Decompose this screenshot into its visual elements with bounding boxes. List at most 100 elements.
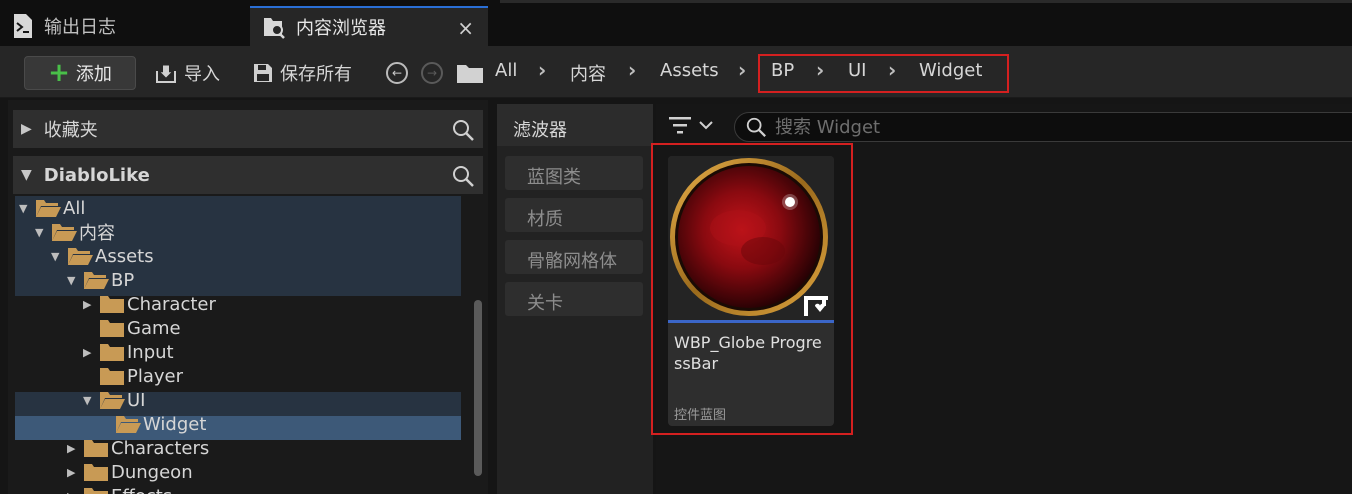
expanded-arrow-icon[interactable]: ▼ bbox=[19, 202, 33, 215]
tree-item-label: Character bbox=[127, 293, 216, 315]
collapsed-arrow-icon[interactable]: ▶ bbox=[67, 490, 81, 494]
arrow-left-icon: ← bbox=[391, 66, 403, 80]
tab-strip: 输出日志 内容浏览器 × bbox=[0, 0, 1352, 46]
breadcrumb-all[interactable]: All bbox=[495, 60, 517, 81]
tab-content-browser-label: 内容浏览器 bbox=[296, 18, 386, 39]
tree-item-label: Assets bbox=[95, 245, 154, 267]
folder-icon bbox=[100, 368, 124, 385]
tree-item-folder[interactable]: Player bbox=[83, 364, 183, 388]
asset-search-input[interactable] bbox=[775, 116, 1275, 138]
tree-item-label: BP bbox=[111, 269, 135, 291]
tree-item-folder[interactable]: ▼ 内容 bbox=[35, 220, 115, 244]
add-button[interactable]: + 添加 bbox=[24, 56, 136, 90]
content-browser-icon bbox=[264, 18, 285, 39]
tree-item-folder[interactable]: ▶ Input bbox=[83, 340, 174, 364]
import-icon bbox=[156, 65, 176, 83]
save-icon bbox=[254, 64, 272, 82]
breadcrumb-separator-icon: › bbox=[738, 58, 747, 82]
tree-item-label: Widget bbox=[143, 413, 207, 435]
chevron-down-icon bbox=[699, 121, 713, 130]
breadcrumb-separator-icon: › bbox=[628, 58, 637, 82]
folder-icon bbox=[100, 344, 124, 361]
collapsed-arrow-icon: ▶ bbox=[21, 121, 32, 137]
tree-item-label: Effects bbox=[111, 486, 172, 494]
breadcrumb-content[interactable]: 内容 bbox=[570, 60, 606, 86]
search-icon bbox=[746, 117, 766, 137]
expanded-arrow-icon[interactable]: ▼ bbox=[83, 394, 97, 407]
filter-icon bbox=[669, 117, 691, 134]
filter-skeletal-mesh[interactable]: 骨骼网格体 bbox=[505, 240, 643, 274]
import-button[interactable]: 导入 bbox=[154, 60, 220, 86]
add-button-label: 添加 bbox=[75, 64, 112, 85]
tree-item-widget[interactable]: Widget bbox=[99, 412, 206, 436]
folder-open-icon bbox=[68, 248, 93, 265]
folder-open-icon bbox=[116, 416, 141, 433]
expanded-arrow-icon[interactable]: ▼ bbox=[67, 274, 81, 287]
save-all-button[interactable]: 保存所有 bbox=[252, 60, 352, 86]
folder-icon bbox=[84, 440, 108, 457]
save-all-button-label: 保存所有 bbox=[280, 64, 352, 85]
tab-output-log-label: 输出日志 bbox=[44, 17, 116, 38]
asset-highlight-box bbox=[651, 143, 853, 435]
search-icon[interactable] bbox=[451, 118, 475, 142]
sources-panel: ▶ 收藏夹 ▼ DiabloLike ▼ All ▼ 内容 ▼ Assets ▼ BP ▶ Cha… bbox=[8, 100, 488, 494]
tree-item-folder[interactable]: ▶ Characters bbox=[67, 436, 209, 460]
filter-dropdown[interactable] bbox=[668, 114, 714, 136]
folder-tree: ▼ All ▼ 内容 ▼ Assets ▼ BP ▶ Character Game ▶ Input Pla… bbox=[15, 196, 461, 494]
tree-item-label: Characters bbox=[111, 437, 210, 459]
folder-open-icon bbox=[100, 392, 125, 409]
plus-icon: + bbox=[48, 58, 70, 88]
output-log-icon bbox=[14, 14, 32, 38]
import-button-label: 导入 bbox=[184, 64, 220, 85]
tree-item-folder[interactable]: ▼ UI bbox=[83, 388, 145, 412]
forward-button[interactable]: → bbox=[421, 62, 443, 84]
tree-item-folder[interactable]: ▼ Assets bbox=[51, 244, 154, 268]
back-button[interactable]: ← bbox=[386, 62, 408, 84]
tree-item-folder[interactable]: ▶ Effects bbox=[67, 484, 172, 494]
tree-item-label: Player bbox=[127, 365, 184, 387]
search-icon[interactable] bbox=[451, 164, 475, 188]
breadcrumb-assets[interactable]: Assets bbox=[660, 60, 719, 81]
tree-item-label: All bbox=[63, 197, 86, 219]
tree-item-label: 内容 bbox=[79, 223, 115, 244]
tree-item-folder[interactable]: ▶ Character bbox=[83, 292, 216, 316]
tab-strip-edge bbox=[500, 0, 1352, 3]
tree-item-label: UI bbox=[127, 389, 146, 411]
asset-search-box[interactable] bbox=[734, 112, 1352, 142]
favorites-label: 收藏夹 bbox=[43, 120, 98, 141]
folder-icon bbox=[100, 296, 124, 313]
arrow-right-icon: → bbox=[426, 66, 438, 80]
expanded-arrow-icon[interactable]: ▼ bbox=[35, 226, 49, 239]
tree-item-label: Game bbox=[127, 317, 181, 339]
tree-item-label: Dungeon bbox=[111, 461, 193, 483]
tree-item-folder[interactable]: ▼ BP bbox=[67, 268, 134, 292]
filter-title: 滤波器 bbox=[497, 104, 653, 146]
tree-scrollbar[interactable] bbox=[474, 300, 482, 476]
filter-level[interactable]: 关卡 bbox=[505, 282, 643, 316]
collapsed-arrow-icon[interactable]: ▶ bbox=[83, 346, 97, 359]
tree-item-folder[interactable]: Game bbox=[83, 316, 181, 340]
breadcrumb-separator-icon: › bbox=[538, 58, 547, 82]
filter-panel: 滤波器 蓝图类 材质 骨骼网格体 关卡 bbox=[497, 104, 653, 494]
expanded-arrow-icon[interactable]: ▼ bbox=[51, 250, 65, 263]
tab-output-log[interactable]: 输出日志 bbox=[0, 6, 244, 46]
folder-icon bbox=[84, 488, 108, 494]
project-label: DiabloLike bbox=[43, 164, 150, 186]
expanded-arrow-icon: ▼ bbox=[21, 167, 32, 183]
folder-icon bbox=[457, 65, 483, 83]
collapsed-arrow-icon[interactable]: ▶ bbox=[83, 298, 97, 311]
folder-icon bbox=[84, 464, 108, 481]
tree-item-folder[interactable]: ▼ All bbox=[19, 196, 85, 220]
folder-open-icon bbox=[36, 200, 61, 217]
breadcrumb-highlight-box bbox=[758, 54, 1009, 93]
filter-blueprint-class[interactable]: 蓝图类 bbox=[505, 156, 643, 190]
project-header[interactable]: ▼ DiabloLike bbox=[13, 156, 483, 194]
tree-item-folder[interactable]: ▶ Dungeon bbox=[67, 460, 193, 484]
favorites-header[interactable]: ▶ 收藏夹 bbox=[13, 110, 483, 148]
filter-material[interactable]: 材质 bbox=[505, 198, 643, 232]
tab-content-browser[interactable]: 内容浏览器 × bbox=[250, 6, 488, 46]
folder-open-icon bbox=[52, 224, 77, 241]
collapsed-arrow-icon[interactable]: ▶ bbox=[67, 442, 81, 455]
collapsed-arrow-icon[interactable]: ▶ bbox=[67, 466, 81, 479]
close-tab-icon[interactable]: × bbox=[457, 16, 474, 40]
